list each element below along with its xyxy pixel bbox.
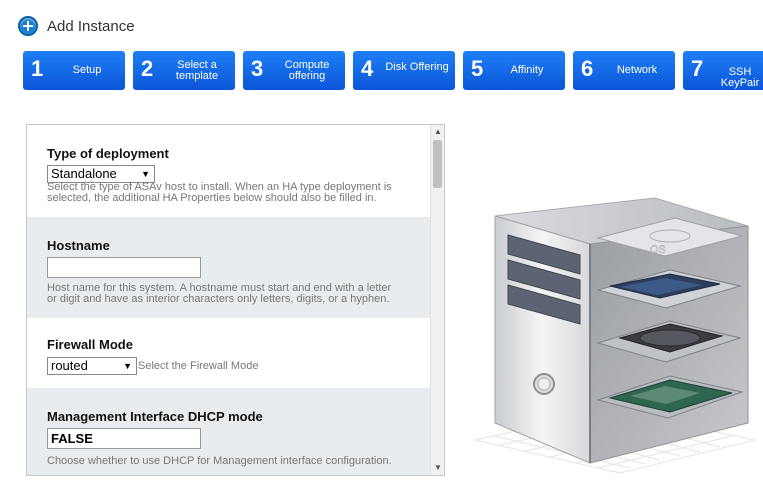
step-number: 5: [471, 56, 484, 81]
step-compute-offering[interactable]: 3 Compute offering: [243, 51, 345, 90]
firewall-hint: Select the Firewall Mode: [138, 360, 259, 372]
step-disk-offering[interactable]: 4 Disk Offering: [353, 51, 455, 90]
step-label: SSH KeyPair: [720, 66, 760, 89]
step-label: Setup: [72, 64, 102, 76]
hostname-section: Hostname Host name for this system. A ho…: [27, 217, 431, 318]
step-label: Affinity: [510, 64, 544, 76]
step-number: 1: [31, 56, 44, 81]
wizard-steps: 1 Setup 2 Select a template 3 Compute of…: [23, 51, 763, 90]
scroll-thumb[interactable]: [433, 140, 442, 188]
chevron-down-icon: ▼: [141, 169, 150, 179]
deployment-description: Select the type of ASAv host to install.…: [47, 181, 392, 204]
hostname-description: Host name for this system. A hostname mu…: [47, 282, 392, 305]
step-label: Select a template: [175, 58, 219, 82]
firewall-section: Firewall Mode routed ▼ Select the Firewa…: [27, 318, 431, 388]
step-number: 6: [581, 56, 594, 81]
computer-tower-illustration: OS: [474, 197, 756, 474]
deployment-value: Standalone: [51, 166, 117, 181]
step-ssh-keypair[interactable]: 7 SSH KeyPair: [683, 51, 763, 90]
properties-panel: Type of deployment Standalone ▼ Select t…: [26, 124, 445, 476]
mgmt-dhcp-label: Management Interface DHCP mode: [47, 409, 263, 424]
step-number: 4: [361, 56, 374, 81]
os-label: OS: [650, 244, 666, 256]
page-header: Add Instance: [18, 14, 135, 38]
add-icon: [18, 16, 38, 36]
step-number: 2: [141, 56, 154, 81]
step-label: Compute offering: [284, 58, 330, 82]
step-select-template[interactable]: 2 Select a template: [133, 51, 235, 90]
step-label: Disk Offering: [385, 61, 449, 73]
step-setup[interactable]: 1 Setup: [23, 51, 125, 90]
step-network[interactable]: 6 Network: [573, 51, 675, 90]
hostname-label: Hostname: [47, 238, 110, 253]
mgmt-dhcp-description: Choose whether to use DHCP for Managemen…: [47, 455, 392, 467]
page-title: Add Instance: [47, 17, 135, 35]
mgmt-dhcp-input[interactable]: FALSE: [47, 428, 201, 449]
hostname-input[interactable]: [47, 257, 201, 278]
mgmt-dhcp-value: FALSE: [51, 431, 93, 446]
step-number: 7: [691, 56, 704, 81]
step-affinity[interactable]: 5 Affinity: [463, 51, 565, 90]
scroll-up-icon[interactable]: ▲: [431, 125, 444, 139]
step-number: 3: [251, 56, 264, 81]
firewall-select[interactable]: routed ▼: [47, 357, 137, 375]
firewall-label: Firewall Mode: [47, 337, 133, 352]
deployment-label: Type of deployment: [47, 146, 169, 161]
mgmt-dhcp-section: Management Interface DHCP mode FALSE Cho…: [27, 388, 431, 475]
chevron-down-icon: ▼: [123, 361, 132, 371]
firewall-value: routed: [51, 358, 88, 373]
panel-scrollbar[interactable]: ▲ ▼: [430, 125, 444, 475]
deployment-section: Type of deployment Standalone ▼ Select t…: [27, 125, 431, 217]
step-label: Network: [616, 64, 658, 76]
scroll-down-icon[interactable]: ▼: [431, 461, 444, 475]
